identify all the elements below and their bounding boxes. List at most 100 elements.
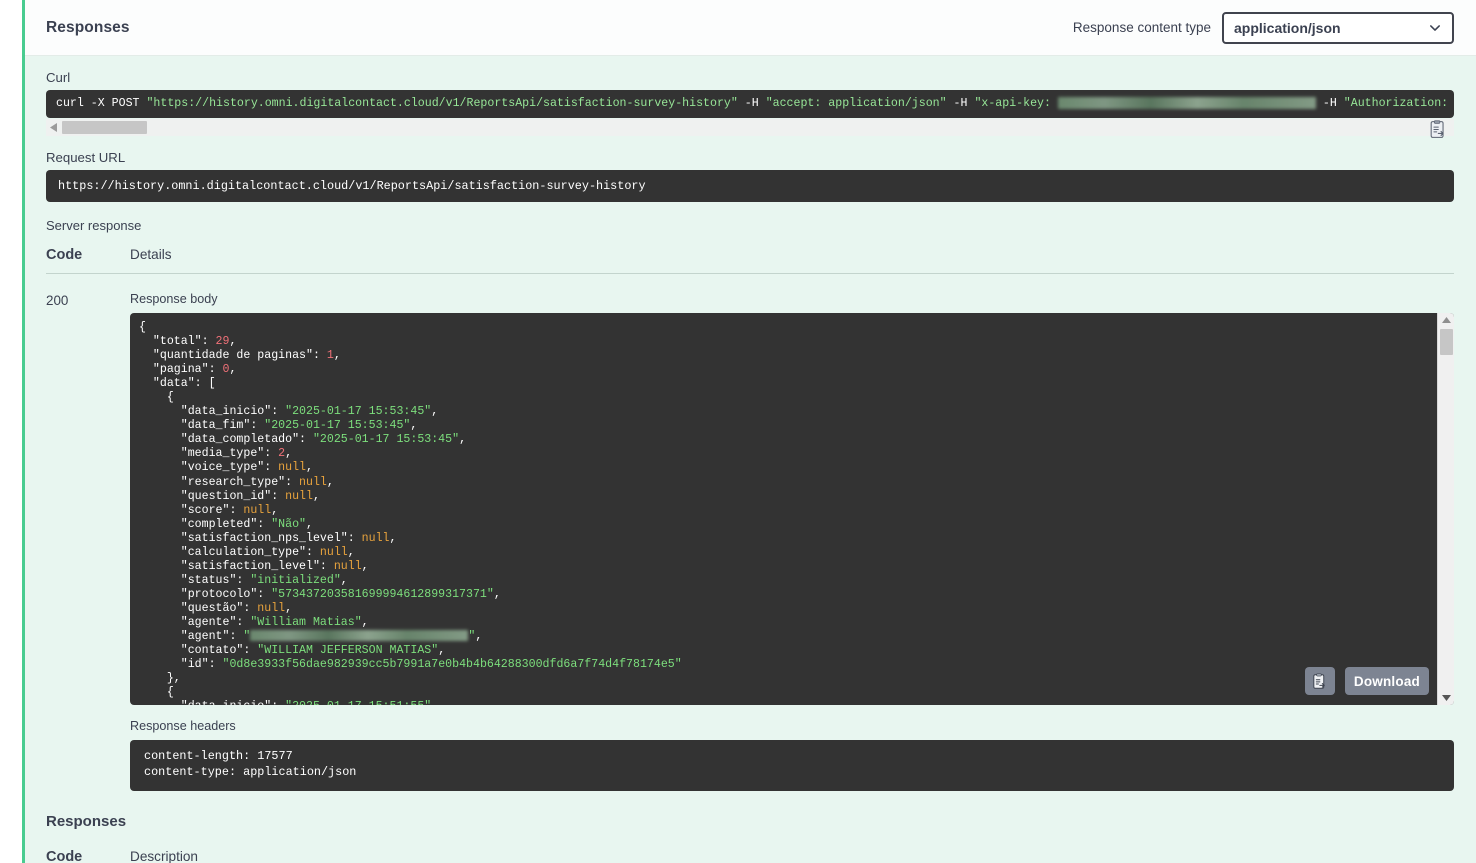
json-token: null (278, 461, 307, 475)
arrow-down-icon[interactable] (1438, 690, 1455, 705)
json-token: "2025-01-17 15:51:55" (285, 700, 431, 705)
curl-command-text: curl -X POST "https://history.omni.digit… (56, 90, 1448, 118)
json-token: , (431, 700, 438, 705)
response-content-type-select[interactable]: application/json (1222, 11, 1454, 44)
response-headers-value: content-length: 17577 content-type: appl… (130, 740, 1454, 791)
json-token: : (236, 615, 251, 629)
curl-horizontal-scrollbar[interactable] (46, 119, 1454, 136)
redacted-api-key (1057, 96, 1316, 109)
arrow-up-icon[interactable] (1438, 313, 1455, 328)
json-token: : [ (194, 377, 216, 391)
json-token: "status" (180, 573, 237, 587)
json-line: "id": "0d8e3933f56dae982939cc5b7991a7e0b… (139, 658, 1429, 672)
json-line: "voice_type": null, (139, 461, 1429, 475)
json-line: { (139, 391, 1429, 405)
json-token: : (208, 658, 223, 672)
json-token: "data_inicio" (180, 405, 272, 419)
redacted-agent-id (250, 630, 469, 642)
json-token: "total" (152, 335, 202, 349)
response-body-actions: Download (1304, 667, 1429, 695)
json-token: , (285, 601, 293, 615)
content-type-control: Response content type application/json (1073, 11, 1454, 44)
column-header-code: Code (46, 247, 83, 263)
json-token: , (229, 335, 237, 349)
json-token: "573437203581699994612899317371" (271, 587, 494, 601)
json-token: , (306, 517, 313, 531)
json-token: "data" (152, 377, 195, 391)
json-token: "quantidade de paginas" (152, 349, 313, 363)
response-body-label: Response body (130, 292, 218, 306)
copy-icon (1313, 672, 1326, 689)
json-token: : (243, 644, 258, 658)
chevron-down-icon (1430, 24, 1440, 31)
json-line: "satisfaction_level": null, (139, 560, 1429, 574)
curl-scroll-thumb[interactable] (62, 121, 147, 134)
json-token: : (250, 419, 265, 433)
json-token: null (299, 475, 327, 489)
json-token: "initialized" (250, 573, 341, 587)
json-token: "completed" (180, 517, 258, 531)
json-token: , (459, 433, 467, 447)
json-token: , (361, 559, 369, 573)
json-token: , (340, 573, 348, 587)
json-token: : (208, 363, 223, 377)
json-token: , (389, 531, 397, 545)
json-token: { (139, 686, 174, 700)
curl-container: curl -X POST "https://history.omni.digit… (46, 90, 1454, 138)
json-line: }, (139, 672, 1429, 686)
json-token: "question_id" (180, 489, 272, 503)
curl-command: curl -X POST "https://history.omni.digit… (46, 90, 1454, 118)
json-token: "2025-01-17 15:53:45" (264, 419, 411, 433)
response-body-scrollbar[interactable] (1437, 313, 1454, 705)
json-token: : (347, 531, 362, 545)
json-token: "media_type" (180, 447, 265, 461)
json-line: "data": [ (139, 377, 1429, 391)
curl-token: "accept: application/json" (765, 97, 947, 110)
responses-title: Responses (46, 18, 130, 36)
json-line: "data_completado": "2025-01-17 15:53:45"… (139, 433, 1429, 447)
column-header-description: Description (130, 849, 198, 863)
json-line: "satisfaction_nps_level": null, (139, 532, 1429, 546)
json-token: , (410, 419, 418, 433)
json-token: null (333, 559, 362, 573)
json-token: , (431, 405, 439, 419)
json-token: : (264, 461, 279, 475)
request-url-label: Request URL (46, 150, 126, 165)
json-token: "voice_type" (180, 461, 265, 475)
arrow-left-icon[interactable] (46, 119, 62, 136)
json-token: , (271, 503, 279, 517)
json-line: "total": 29, (139, 335, 1429, 349)
json-token: "pagina" (152, 363, 209, 377)
json-token: "protocolo" (180, 587, 258, 601)
json-token: : (299, 433, 313, 447)
curl-copy-icon[interactable] (1426, 118, 1448, 140)
json-token: "WILLIAM JEFFERSON MATIAS" (257, 644, 439, 658)
download-button[interactable]: Download (1344, 667, 1429, 695)
json-token: , (285, 447, 293, 461)
json-token: , (361, 615, 369, 629)
json-line: "agent": " ", (139, 630, 1429, 644)
curl-label: Curl (46, 70, 71, 85)
json-token: : (257, 587, 272, 601)
json-token: : (285, 475, 300, 489)
response-headers-label: Response headers (130, 719, 236, 733)
json-line: "calculation_type": null, (139, 546, 1429, 560)
json-token: "2025-01-17 15:53:45" (285, 405, 432, 419)
json-line: "agente": "William Matias", (139, 616, 1429, 630)
json-token: : (257, 517, 272, 531)
json-token: "0d8e3933f56dae982939cc5b7991a7e0b4b4b64… (222, 658, 682, 672)
json-token: : (243, 601, 258, 615)
response-body-code: { "total": 29, "quantidade de paginas" : … (130, 313, 1437, 705)
response-body-scroll-thumb[interactable] (1439, 329, 1453, 355)
response-copy-button[interactable] (1304, 667, 1335, 695)
json-token: "data_completado" (180, 433, 300, 447)
json-token: "data_fim" (180, 419, 251, 433)
